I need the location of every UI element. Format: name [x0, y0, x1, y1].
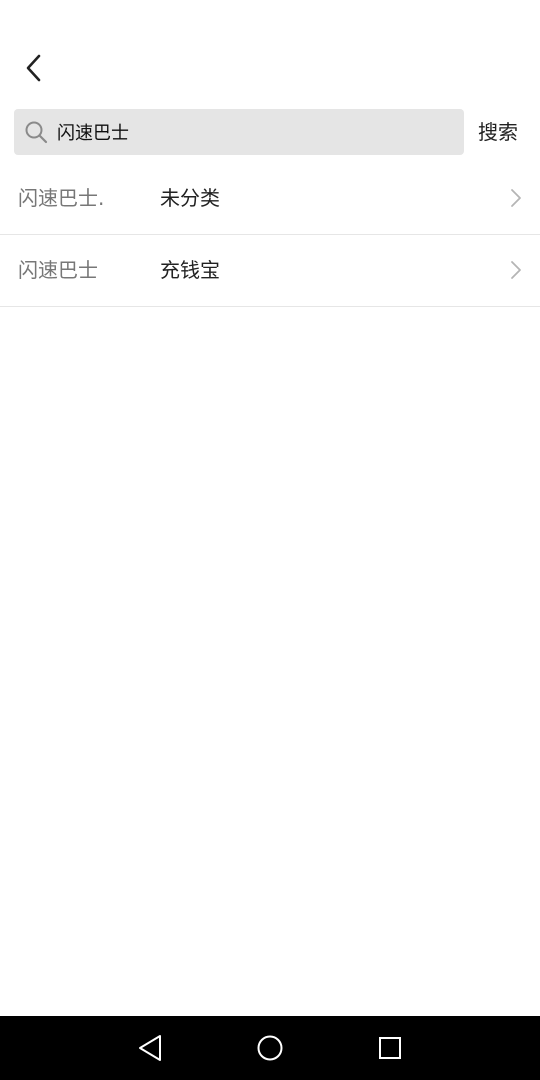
back-button[interactable] [14, 46, 54, 90]
search-screen: 搜索 闪速巴士. 未分类 闪速巴士 充钱宝 [0, 0, 540, 1080]
search-button[interactable]: 搜索 [478, 109, 518, 155]
result-category: 未分类 [160, 186, 220, 210]
list-item[interactable]: 闪速巴士. 未分类 [0, 163, 540, 235]
system-navigation-bar [0, 1016, 540, 1080]
search-box[interactable] [14, 109, 464, 155]
nav-back-button[interactable] [134, 1032, 166, 1064]
triangle-back-icon [139, 1035, 161, 1061]
nav-home-button[interactable] [254, 1032, 286, 1064]
result-list: 闪速巴士. 未分类 闪速巴士 充钱宝 [0, 163, 540, 307]
result-name: 闪速巴士 [18, 258, 98, 282]
square-recents-icon [379, 1037, 401, 1059]
nav-recents-button[interactable] [374, 1032, 406, 1064]
chevron-right-icon [511, 261, 521, 279]
result-category: 充钱宝 [160, 258, 220, 282]
list-item[interactable]: 闪速巴士 充钱宝 [0, 235, 540, 307]
circle-home-icon [257, 1035, 283, 1061]
result-name: 闪速巴士. [18, 186, 105, 210]
search-input[interactable] [57, 121, 417, 143]
search-icon [23, 119, 49, 145]
search-bar: 搜索 [0, 109, 540, 155]
chevron-left-icon [26, 54, 41, 82]
chevron-right-icon [511, 189, 521, 207]
